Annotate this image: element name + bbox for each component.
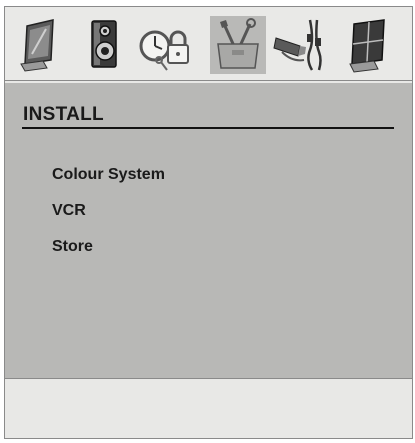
cables-connection-icon[interactable] bbox=[270, 16, 326, 74]
menu-item-store[interactable]: Store bbox=[52, 238, 93, 256]
clock-lock-features-icon[interactable] bbox=[137, 16, 193, 74]
menu-icon-bar bbox=[5, 7, 412, 81]
title-divider bbox=[22, 127, 394, 129]
menu-item-colour-system[interactable]: Colour System bbox=[52, 166, 165, 184]
speaker-sound-icon[interactable] bbox=[75, 16, 131, 74]
toolbox-install-icon[interactable] bbox=[210, 16, 266, 74]
tv-picture-icon[interactable] bbox=[13, 16, 69, 74]
screen-grid-icon[interactable] bbox=[340, 16, 396, 74]
osd-menu bbox=[4, 6, 413, 439]
footer-info-bar bbox=[5, 381, 412, 438]
menu-item-vcr[interactable]: VCR bbox=[52, 202, 86, 220]
page-title: INSTALL bbox=[23, 104, 104, 125]
